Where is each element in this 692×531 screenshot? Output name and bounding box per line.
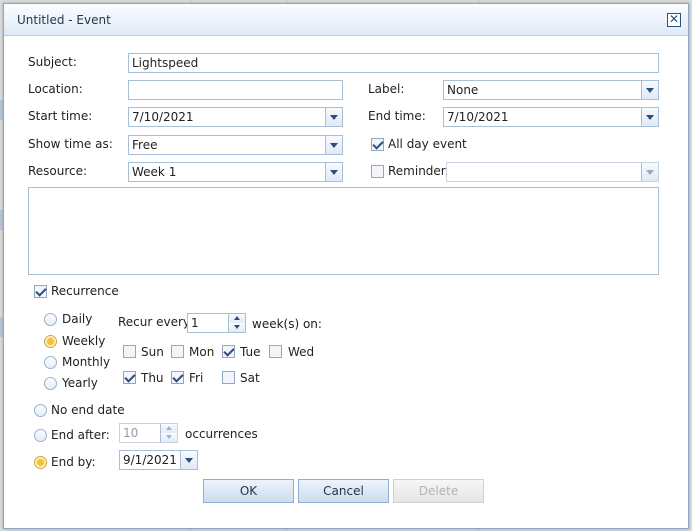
subject-value: Lightspeed xyxy=(132,56,199,70)
end-by-value: 9/1/2021 xyxy=(123,453,177,467)
reminder-label: Reminder xyxy=(388,164,446,178)
monthly-radio[interactable] xyxy=(44,356,57,369)
recurrence-label: Recurrence xyxy=(51,284,119,298)
mon-label: Mon xyxy=(189,345,215,359)
reminder-select[interactable] xyxy=(446,162,659,182)
tue-checkbox[interactable] xyxy=(222,345,235,358)
recur-every-label: Recur every xyxy=(118,315,191,329)
end-after-stepper[interactable]: 10 xyxy=(119,423,178,443)
tue-label: Tue xyxy=(240,345,261,359)
resource-select[interactable]: Week 1 xyxy=(128,162,343,182)
end-after-radio[interactable] xyxy=(34,429,47,442)
chevron-down-icon[interactable] xyxy=(641,81,658,99)
start-time-select[interactable]: 7/10/2021 xyxy=(128,107,343,127)
cancel-button[interactable]: Cancel xyxy=(298,479,389,503)
end-time-select[interactable]: 7/10/2021 xyxy=(443,107,659,127)
resource-value: Week 1 xyxy=(132,165,177,179)
start-time-value: 7/10/2021 xyxy=(132,110,194,124)
chevron-down-icon[interactable] xyxy=(325,108,342,126)
daily-label: Daily xyxy=(62,312,93,326)
ok-button[interactable]: OK xyxy=(203,479,294,503)
all-day-label: All day event xyxy=(388,137,467,151)
wed-label: Wed xyxy=(288,345,315,359)
daily-radio[interactable] xyxy=(44,313,57,326)
all-day-checkbox[interactable] xyxy=(371,138,384,151)
chevron-down-icon[interactable] xyxy=(325,136,342,154)
start-time-label: Start time: xyxy=(28,109,93,123)
spin-buttons-icon[interactable] xyxy=(228,314,245,332)
weekly-label: Weekly xyxy=(62,334,106,348)
location-label: Location: xyxy=(28,82,83,96)
chevron-down-icon[interactable] xyxy=(641,108,658,126)
weekly-radio[interactable] xyxy=(44,335,57,348)
show-time-as-value: Free xyxy=(132,138,158,152)
yearly-label: Yearly xyxy=(62,376,98,390)
reminder-checkbox[interactable] xyxy=(371,165,384,178)
recurrence-checkbox[interactable] xyxy=(34,285,47,298)
end-by-label: End by: xyxy=(51,455,96,469)
subject-label: Subject: xyxy=(28,55,77,69)
no-end-date-radio[interactable] xyxy=(34,404,47,417)
end-after-label: End after: xyxy=(51,428,110,442)
sun-label: Sun xyxy=(141,345,164,359)
label-value: None xyxy=(447,83,479,97)
yearly-radio[interactable] xyxy=(44,377,57,390)
fri-label: Fri xyxy=(189,371,204,385)
recur-every-stepper[interactable]: 1 xyxy=(187,313,246,333)
close-icon[interactable]: ✕ xyxy=(667,13,681,27)
subject-input[interactable]: Lightspeed xyxy=(128,53,659,73)
recur-every-value: 1 xyxy=(191,316,199,330)
chevron-down-icon[interactable] xyxy=(325,163,342,181)
thu-label: Thu xyxy=(141,371,164,385)
end-by-date-select[interactable]: 9/1/2021 xyxy=(119,450,198,470)
sat-checkbox[interactable] xyxy=(222,371,235,384)
end-after-value: 10 xyxy=(123,426,139,440)
monthly-label: Monthly xyxy=(62,355,111,369)
spin-buttons-icon xyxy=(160,424,177,442)
weeks-on-label: week(s) on: xyxy=(252,317,322,331)
thu-checkbox[interactable] xyxy=(123,371,136,384)
chevron-down-icon xyxy=(641,163,658,181)
end-time-label: End time: xyxy=(368,109,426,123)
resource-label: Resource: xyxy=(28,164,88,178)
end-time-value: 7/10/2021 xyxy=(447,110,509,124)
show-time-as-label: Show time as: xyxy=(28,137,113,151)
end-by-radio[interactable] xyxy=(34,456,47,469)
description-textarea[interactable] xyxy=(28,187,659,275)
occurrences-label: occurrences xyxy=(185,427,258,441)
no-end-date-label: No end date xyxy=(51,403,125,417)
chevron-down-icon[interactable] xyxy=(180,451,197,469)
wed-checkbox[interactable] xyxy=(269,345,282,358)
label-label: Label: xyxy=(368,82,405,96)
sun-checkbox[interactable] xyxy=(123,345,136,358)
dialog-title: Untitled - Event xyxy=(17,13,111,27)
sat-label: Sat xyxy=(240,371,260,385)
event-dialog: Untitled - Event ✕ Subject: Lightspeed L… xyxy=(3,3,689,529)
fri-checkbox[interactable] xyxy=(171,371,184,384)
delete-button: Delete xyxy=(393,479,484,503)
location-input[interactable] xyxy=(128,80,343,100)
show-time-as-select[interactable]: Free xyxy=(128,135,343,155)
label-select[interactable]: None xyxy=(443,80,659,100)
mon-checkbox[interactable] xyxy=(171,345,184,358)
dialog-titlebar[interactable]: Untitled - Event ✕ xyxy=(4,4,688,36)
